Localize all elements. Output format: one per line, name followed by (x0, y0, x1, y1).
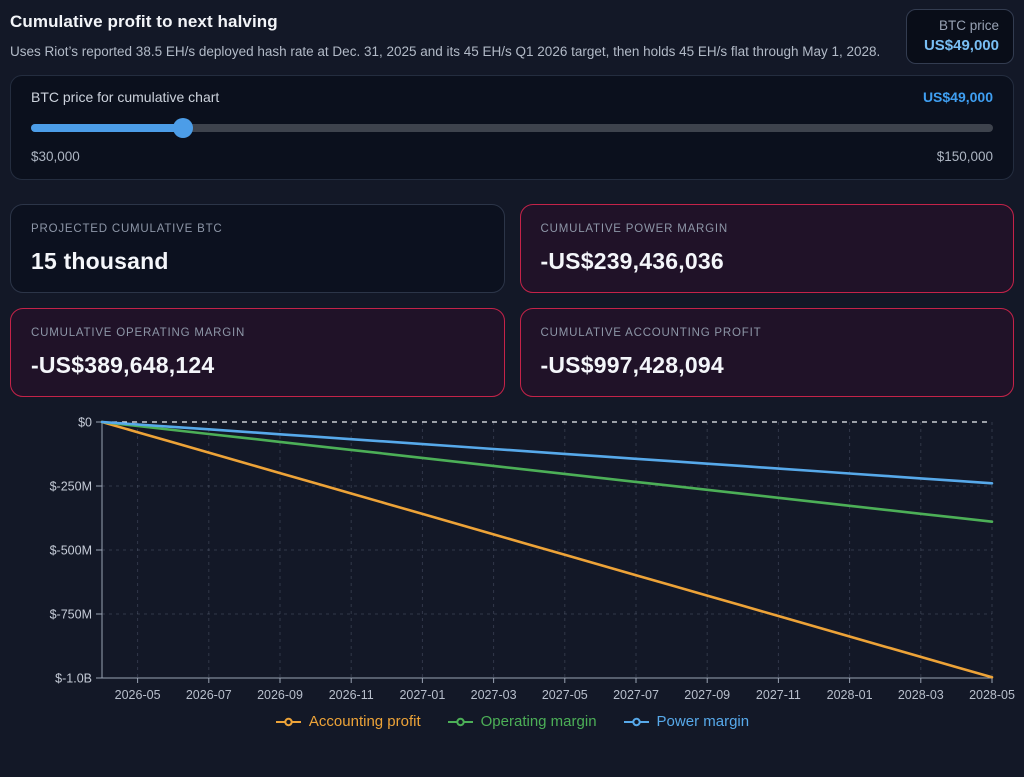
legend-item-power-margin[interactable]: Power margin (623, 713, 750, 730)
header-text: Cumulative profit to next halving Uses R… (10, 9, 880, 63)
svg-text:2028-01: 2028-01 (827, 688, 873, 702)
stat-card-cumulative-accounting-profit: CUMULATIVE ACCOUNTING PROFIT -US$997,428… (520, 308, 1015, 397)
btc-price-badge: BTC price US$49,000 (906, 9, 1014, 64)
page-title: Cumulative profit to next halving (10, 9, 880, 32)
line-marker-icon (275, 717, 302, 727)
btc-price-badge-value: US$49,000 (921, 37, 999, 54)
legend-label: Operating margin (481, 713, 597, 730)
stat-label: PROJECTED CUMULATIVE BTC (31, 223, 484, 235)
svg-text:2027-07: 2027-07 (613, 688, 659, 702)
svg-text:2027-05: 2027-05 (542, 688, 588, 702)
slider-min-label: $30,000 (31, 149, 80, 164)
stat-card-cumulative-power-margin: CUMULATIVE POWER MARGIN -US$239,436,036 (520, 204, 1015, 293)
stat-card-projected-cumulative-btc: PROJECTED CUMULATIVE BTC 15 thousand (10, 204, 505, 293)
legend-item-operating-margin[interactable]: Operating margin (447, 713, 597, 730)
chart-legend: Accounting profit Operating margin Power… (10, 713, 1014, 730)
stat-card-cumulative-operating-margin: CUMULATIVE OPERATING MARGIN -US$389,648,… (10, 308, 505, 397)
svg-text:$-1.0B: $-1.0B (55, 672, 92, 686)
legend-label: Power margin (657, 713, 750, 730)
stat-value: -US$389,648,124 (31, 352, 484, 379)
slider-header: BTC price for cumulative chart US$49,000 (31, 89, 993, 105)
cumulative-profit-chart[interactable]: $0 $-250M $-500M $-750M $-1.0B 2026-05 2026-07… (10, 410, 1014, 730)
svg-text:$-500M: $-500M (50, 544, 92, 558)
slider-max-label: $150,000 (937, 149, 993, 164)
legend-item-accounting-profit[interactable]: Accounting profit (275, 713, 421, 730)
stat-value: -US$239,436,036 (541, 248, 994, 275)
stat-cards: PROJECTED CUMULATIVE BTC 15 thousand CUM… (10, 204, 1014, 397)
slider-label: BTC price for cumulative chart (31, 89, 219, 105)
svg-text:2026-11: 2026-11 (329, 688, 374, 702)
slider-current-value: US$49,000 (923, 89, 993, 105)
svg-text:$-250M: $-250M (50, 480, 92, 494)
header: Cumulative profit to next halving Uses R… (10, 9, 1014, 64)
chart-canvas[interactable]: $0 $-250M $-500M $-750M $-1.0B 2026-05 2026-07… (10, 410, 1014, 710)
slider-fill (31, 124, 183, 132)
line-marker-icon (447, 717, 474, 727)
svg-text:2027-01: 2027-01 (399, 688, 445, 702)
svg-text:2027-11: 2027-11 (756, 688, 801, 702)
svg-text:2028-03: 2028-03 (898, 688, 944, 702)
svg-text:2027-09: 2027-09 (684, 688, 730, 702)
stat-label: CUMULATIVE ACCOUNTING PROFIT (541, 327, 994, 339)
legend-label: Accounting profit (309, 713, 421, 730)
stat-value: 15 thousand (31, 248, 484, 275)
slider-range-labels: $30,000 $150,000 (31, 149, 993, 164)
stat-value: -US$997,428,094 (541, 352, 994, 379)
btc-price-slider-card: BTC price for cumulative chart US$49,000… (10, 75, 1014, 180)
svg-text:2026-09: 2026-09 (257, 688, 303, 702)
svg-text:2026-07: 2026-07 (186, 688, 232, 702)
dashboard: Cumulative profit to next halving Uses R… (0, 0, 1024, 730)
svg-text:2027-03: 2027-03 (471, 688, 517, 702)
stat-label: CUMULATIVE OPERATING MARGIN (31, 327, 484, 339)
line-marker-icon (623, 717, 650, 727)
slider-thumb[interactable] (173, 118, 193, 138)
page-subtitle: Uses Riot’s reported 38.5 EH/s deployed … (10, 41, 880, 63)
stat-label: CUMULATIVE POWER MARGIN (541, 223, 994, 235)
btc-price-slider[interactable] (31, 118, 993, 138)
svg-text:$0: $0 (78, 416, 92, 430)
svg-text:2028-05: 2028-05 (969, 688, 1015, 702)
svg-text:2026-05: 2026-05 (115, 688, 161, 702)
svg-text:$-750M: $-750M (50, 608, 92, 622)
btc-price-badge-label: BTC price (921, 18, 999, 33)
